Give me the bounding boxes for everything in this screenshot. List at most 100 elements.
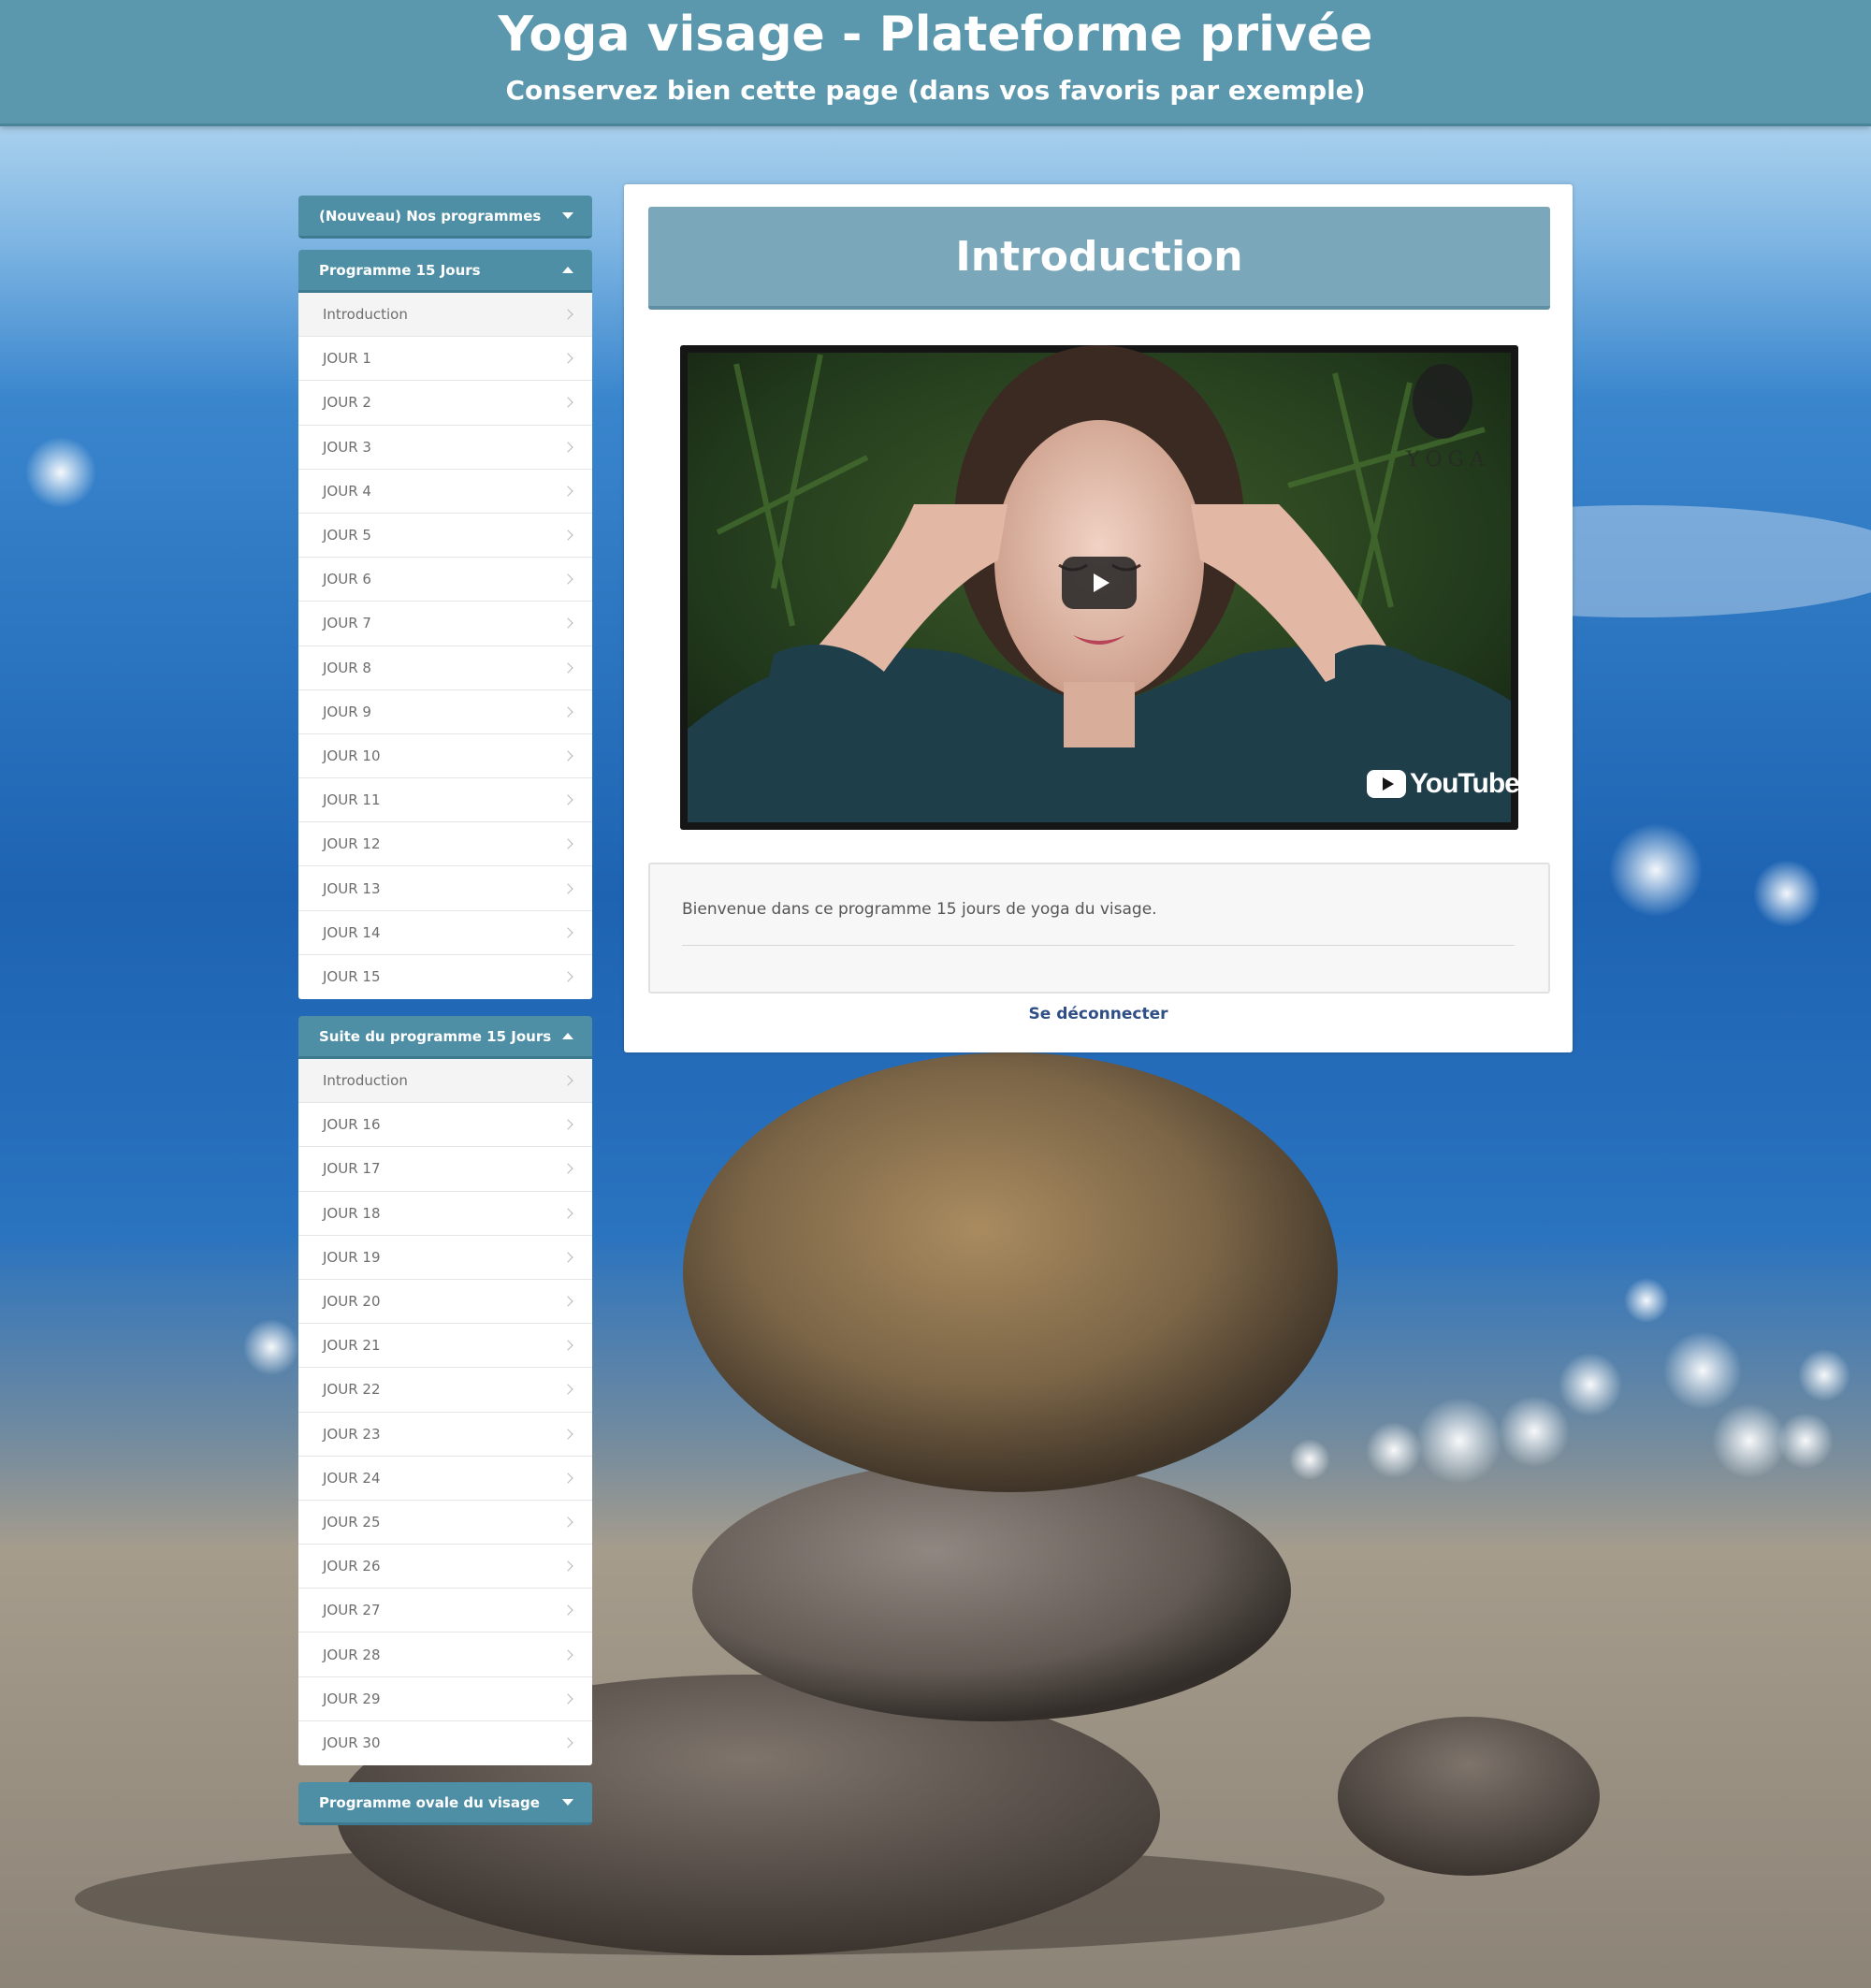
chevron-right-icon <box>562 1428 573 1440</box>
section-label: (Nouveau) Nos programmes <box>319 207 542 225</box>
sidebar-item[interactable]: JOUR 27 <box>298 1589 592 1633</box>
sidebar-item[interactable]: JOUR 7 <box>298 602 592 646</box>
sidebar-item-label: JOUR 1 <box>323 350 371 368</box>
sidebar-item-label: JOUR 2 <box>323 394 371 412</box>
sidebar-item-label: JOUR 12 <box>323 835 381 853</box>
chevron-right-icon <box>562 1207 573 1219</box>
divider <box>682 945 1515 946</box>
chevron-right-icon <box>562 882 573 894</box>
chevron-right-icon <box>562 1119 573 1130</box>
caret-up-icon <box>562 267 573 273</box>
section-label: Suite du programme 15 Jours <box>319 1027 552 1045</box>
sidebar-item[interactable]: JOUR 23 <box>298 1413 592 1457</box>
sidebar-item[interactable]: JOUR 1 <box>298 337 592 382</box>
sidebar-item[interactable]: JOUR 28 <box>298 1632 592 1677</box>
sidebar-item-label: JOUR 18 <box>323 1204 381 1222</box>
chevron-right-icon <box>562 838 573 850</box>
sidebar-item[interactable]: JOUR 17 <box>298 1147 592 1192</box>
sidebar-item[interactable]: JOUR 12 <box>298 822 592 867</box>
chevron-right-icon <box>562 1340 573 1351</box>
logout-link[interactable]: Se déconnecter <box>624 1005 1573 1023</box>
caret-down-icon <box>562 1799 573 1806</box>
sidebar-item[interactable]: JOUR 30 <box>298 1721 592 1765</box>
chevron-right-icon <box>562 927 573 938</box>
youtube-icon <box>1367 770 1406 798</box>
sidebar-item-label: JOUR 7 <box>323 615 371 632</box>
sidebar-item[interactable]: JOUR 2 <box>298 381 592 426</box>
sidebar-item-label: JOUR 17 <box>323 1160 381 1178</box>
chevron-right-icon <box>562 530 573 541</box>
sidebar-item[interactable]: JOUR 29 <box>298 1677 592 1721</box>
section-label: Programme 15 Jours <box>319 261 481 279</box>
section-nos-programmes[interactable]: (Nouveau) Nos programmes <box>298 196 592 239</box>
chevron-right-icon <box>562 573 573 585</box>
sidebar-item-label: JOUR 27 <box>323 1602 381 1619</box>
sidebar-item-label: JOUR 23 <box>323 1425 381 1443</box>
youtube-logo[interactable]: YouTube <box>1367 768 1518 800</box>
sidebar-item-label: JOUR 8 <box>323 659 371 676</box>
sidebar-item-label: JOUR 30 <box>323 1734 381 1752</box>
sidebar-item[interactable]: JOUR 15 <box>298 955 592 999</box>
sidebar-item-label: Introduction <box>323 306 408 324</box>
sidebar-item[interactable]: JOUR 18 <box>298 1192 592 1236</box>
chevron-right-icon <box>562 1252 573 1263</box>
chevron-right-icon <box>562 1737 573 1749</box>
sidebar-item-label: JOUR 25 <box>323 1513 381 1531</box>
sidebar-item[interactable]: JOUR 26 <box>298 1545 592 1589</box>
section-list: Introduction JOUR 1 JOUR 2 JOUR 3 JOUR 4 JOUR… <box>298 293 592 999</box>
section-list: Introduction JOUR 16 JOUR 17 JOUR 18 JOUR 19… <box>298 1059 592 1765</box>
caret-up-icon <box>562 1033 573 1039</box>
chevron-right-icon <box>562 750 573 762</box>
description-box: Bienvenue dans ce programme 15 jours de … <box>648 863 1550 994</box>
video-player[interactable]: YOGA YouTube <box>680 345 1518 830</box>
chevron-right-icon <box>562 661 573 674</box>
site-title: Yoga visage - Plateforme privée <box>498 7 1373 63</box>
sidebar-item[interactable]: JOUR 11 <box>298 778 592 823</box>
sidebar-item[interactable]: JOUR 6 <box>298 558 592 602</box>
sidebar-item[interactable]: JOUR 14 <box>298 911 592 955</box>
sidebar-item[interactable]: Introduction <box>298 1059 592 1104</box>
sidebar-item-label: JOUR 13 <box>323 879 381 897</box>
sidebar: (Nouveau) Nos programmes Programme 15 Jo… <box>298 196 592 1825</box>
sidebar-item[interactable]: JOUR 9 <box>298 690 592 734</box>
section-suite-programme-15-jours[interactable]: Suite du programme 15 Jours <box>298 1016 592 1059</box>
sidebar-item-label: JOUR 4 <box>323 482 371 500</box>
chevron-right-icon <box>562 309 573 320</box>
sidebar-item[interactable]: Introduction <box>298 293 592 338</box>
sidebar-item-label: JOUR 16 <box>323 1116 381 1134</box>
sidebar-item-label: JOUR 24 <box>323 1469 381 1487</box>
sidebar-item[interactable]: JOUR 16 <box>298 1103 592 1148</box>
site-header: Yoga visage - Plateforme privée Conserve… <box>0 0 1871 126</box>
sidebar-item[interactable]: JOUR 8 <box>298 646 592 690</box>
sidebar-item[interactable]: JOUR 22 <box>298 1368 592 1413</box>
sidebar-item[interactable]: JOUR 13 <box>298 866 592 911</box>
sidebar-item-label: JOUR 26 <box>323 1558 381 1575</box>
sidebar-item[interactable]: JOUR 21 <box>298 1324 592 1369</box>
youtube-wordmark: YouTube <box>1410 768 1518 799</box>
sidebar-item-label: JOUR 20 <box>323 1293 381 1311</box>
video-watermark: YOGA <box>1406 448 1491 472</box>
sidebar-item[interactable]: JOUR 19 <box>298 1236 592 1280</box>
sidebar-item[interactable]: JOUR 4 <box>298 470 592 514</box>
sidebar-item[interactable]: JOUR 25 <box>298 1501 592 1545</box>
chevron-right-icon <box>562 397 573 409</box>
description-text: Bienvenue dans ce programme 15 jours de … <box>682 900 1157 919</box>
sidebar-item[interactable]: JOUR 20 <box>298 1280 592 1325</box>
sidebar-item-label: JOUR 29 <box>323 1690 381 1707</box>
section-programme-ovale[interactable]: Programme ovale du visage <box>298 1782 592 1825</box>
sidebar-item[interactable]: JOUR 24 <box>298 1457 592 1501</box>
play-icon <box>1094 573 1110 592</box>
play-button[interactable] <box>1062 557 1137 609</box>
section-programme-15-jours[interactable]: Programme 15 Jours <box>298 250 592 293</box>
chevron-right-icon <box>562 1604 573 1617</box>
sidebar-item[interactable]: JOUR 5 <box>298 514 592 559</box>
sidebar-item[interactable]: JOUR 10 <box>298 734 592 779</box>
chevron-right-icon <box>562 1384 573 1396</box>
sidebar-item-label: JOUR 14 <box>323 923 381 941</box>
sidebar-item-label: JOUR 11 <box>323 791 381 809</box>
caret-down-icon <box>562 212 573 219</box>
chevron-right-icon <box>562 1648 573 1661</box>
sidebar-item-label: JOUR 28 <box>323 1646 381 1663</box>
sidebar-item[interactable]: JOUR 3 <box>298 426 592 470</box>
chevron-right-icon <box>562 1473 573 1484</box>
